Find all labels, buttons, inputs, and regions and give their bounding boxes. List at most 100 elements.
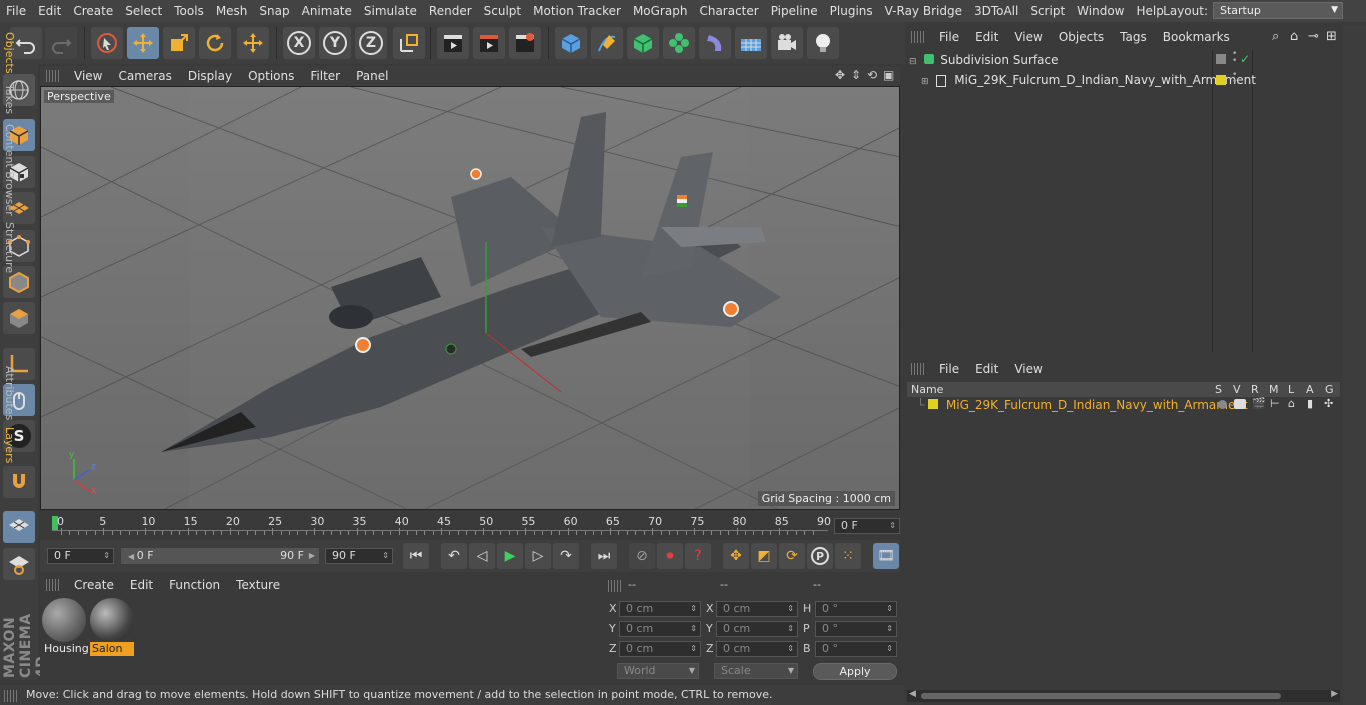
render-view-button[interactable] — [437, 27, 469, 59]
object-menu-objects[interactable]: Objects — [1051, 30, 1112, 44]
workplane-lock-button[interactable] — [3, 511, 35, 543]
apply-button[interactable]: Apply — [813, 663, 897, 680]
rotate-tool-button[interactable] — [199, 27, 231, 59]
x-axis-button[interactable]: X — [283, 27, 315, 59]
viewport-rotate-icon[interactable]: ⟲ — [867, 68, 877, 82]
viewport-zoom-icon[interactable]: ⇕ — [851, 68, 861, 82]
subdivision-surface-button[interactable] — [627, 27, 659, 59]
menu-character[interactable]: Character — [693, 4, 764, 18]
menu-window[interactable]: Window — [1071, 4, 1130, 18]
hierarchy-icon[interactable]: ⊢ — [1270, 397, 1280, 410]
film-icon[interactable]: ▮ — [1307, 397, 1313, 410]
menu-animate[interactable]: Animate — [296, 4, 358, 18]
object-row-subdivision-surface[interactable]: ⊟ Subdivision Surface — [909, 53, 1059, 67]
locked-workplane-button[interactable] — [3, 548, 35, 580]
menu-3dtoall[interactable]: 3DToAll — [968, 4, 1024, 18]
tab-layers[interactable]: Layers — [3, 427, 16, 463]
previous-key-button[interactable]: ↶ — [441, 543, 467, 569]
layer-menu-file[interactable]: File — [931, 362, 967, 376]
z-axis-button[interactable]: Z — [355, 27, 387, 59]
pos-x-field[interactable]: 0 cm ⇕ — [619, 601, 701, 617]
record-keys-button[interactable]: ⊘ — [629, 543, 655, 569]
autokey-button[interactable]: ⏺ — [657, 543, 683, 569]
solo-toggle-icon[interactable] — [1218, 400, 1227, 409]
viewport-pan-icon[interactable]: ✥ — [835, 68, 845, 82]
tab-objects[interactable]: Objects — [3, 32, 16, 74]
rot-b-field[interactable]: 0 ° ⇕ — [815, 641, 897, 657]
menu-edit[interactable]: Edit — [32, 4, 67, 18]
object-menu-tags[interactable]: Tags — [1112, 30, 1155, 44]
column-animation[interactable]: A — [1306, 383, 1314, 396]
play-button[interactable]: ▶ — [497, 543, 523, 569]
previous-frame-button[interactable]: ◁ — [469, 543, 495, 569]
menu-sculpt[interactable]: Sculpt — [478, 4, 527, 18]
polygons-mode-button[interactable] — [3, 302, 35, 334]
mograph-cloner-button[interactable] — [663, 27, 695, 59]
visibility-dots-icon[interactable]: • • — [1232, 50, 1237, 66]
layer-menu-edit[interactable]: Edit — [967, 362, 1006, 376]
key-scale-button[interactable]: ◩ — [751, 543, 777, 569]
new-window-icon[interactable]: ⊞ — [1326, 29, 1337, 44]
layer-row[interactable]: └ MiG_29K_Fulcrum_D_Indian_Navy_with_Arm… — [917, 398, 1248, 412]
camera-object-button[interactable] — [771, 27, 803, 59]
menu-file[interactable]: File — [0, 4, 32, 18]
material-menu-texture[interactable]: Texture — [228, 578, 288, 592]
go-to-end-button[interactable]: ⏭ — [591, 543, 617, 569]
material-menu-edit[interactable]: Edit — [122, 578, 161, 592]
layer-horizontal-scrollbar[interactable]: ◀ ▶ — [907, 689, 1340, 702]
layer-menu-view[interactable]: View — [1006, 362, 1050, 376]
move-tool-button[interactable] — [127, 27, 159, 59]
recent-tool-button[interactable] — [237, 27, 269, 59]
menu-snap[interactable]: Snap — [253, 4, 295, 18]
menu-tools[interactable]: Tools — [168, 4, 210, 18]
render-picture-viewer-button[interactable] — [473, 27, 505, 59]
y-axis-button[interactable]: Y — [319, 27, 351, 59]
end-frame-field[interactable]: 90 F ⇕ — [325, 548, 393, 564]
menu-simulate[interactable]: Simulate — [358, 4, 423, 18]
start-frame-field[interactable]: 0 F ⇕ — [47, 548, 114, 564]
object-menu-view[interactable]: View — [1006, 30, 1050, 44]
size-mode-select[interactable]: Scale ▼ — [714, 663, 798, 679]
viewport-menu-panel[interactable]: Panel — [348, 69, 396, 83]
search-icon[interactable]: ⌕ — [1272, 29, 1279, 44]
scrollbar-thumb[interactable] — [921, 693, 1281, 699]
pos-z-field[interactable]: 0 cm ⇕ — [619, 641, 701, 657]
tab-takes[interactable]: Takes — [3, 84, 16, 114]
material-menu-create[interactable]: Create — [66, 578, 122, 592]
rot-p-field[interactable]: 0 ° ⇕ — [815, 621, 897, 637]
menu-vray-bridge[interactable]: V-Ray Bridge — [879, 4, 968, 18]
menu-mograph[interactable]: MoGraph — [627, 4, 694, 18]
deformer-button[interactable] — [699, 27, 731, 59]
render-settings-button[interactable] — [509, 27, 541, 59]
object-row-mig29k[interactable]: ⊞ MiG_29K_Fulcrum_D_Indian_Navy_with_Arm… — [921, 73, 1256, 87]
tab-content-browser[interactable]: Content Browser — [3, 124, 16, 216]
menu-mesh[interactable]: Mesh — [210, 4, 254, 18]
eye-icon[interactable] — [1234, 399, 1246, 409]
size-y-field[interactable]: 0 cm ⇕ — [716, 621, 798, 637]
live-selection-button[interactable] — [91, 27, 123, 59]
current-frame-field[interactable]: 0 F ⇕ — [834, 518, 900, 534]
viewport-menu-view[interactable]: View — [66, 69, 110, 83]
render-clapper-icon[interactable]: 🎬 — [1252, 397, 1266, 410]
key-parameter-button[interactable]: P — [807, 543, 833, 569]
link-icon[interactable]: ⊸ — [1308, 29, 1319, 44]
layout-select[interactable]: Startup ▼ — [1213, 2, 1343, 19]
material-salon[interactable]: Salon — [90, 598, 134, 656]
key-pla-button[interactable]: ⁙ — [835, 543, 861, 569]
visibility-dots-icon[interactable]: • • — [1232, 71, 1237, 87]
coordinate-system-button[interactable] — [393, 27, 425, 59]
pos-y-field[interactable]: 0 cm ⇕ — [619, 621, 701, 637]
menu-select[interactable]: Select — [119, 4, 168, 18]
floor-object-button[interactable] — [735, 27, 767, 59]
pen-spline-button[interactable] — [591, 27, 623, 59]
tab-attributes[interactable]: Attributes — [3, 366, 16, 420]
viewport-menu-cameras[interactable]: Cameras — [110, 69, 179, 83]
enabled-check-icon[interactable]: ✓ — [1240, 52, 1250, 66]
column-view[interactable]: V — [1233, 383, 1241, 396]
column-solo[interactable]: S — [1215, 383, 1222, 396]
key-rotation-button[interactable]: ⟳ — [779, 543, 805, 569]
home-icon[interactable]: ⌂ — [1290, 29, 1298, 44]
redo-button[interactable] — [45, 27, 77, 59]
viewport-menu-filter[interactable]: Filter — [302, 69, 348, 83]
light-object-button[interactable] — [807, 27, 839, 59]
